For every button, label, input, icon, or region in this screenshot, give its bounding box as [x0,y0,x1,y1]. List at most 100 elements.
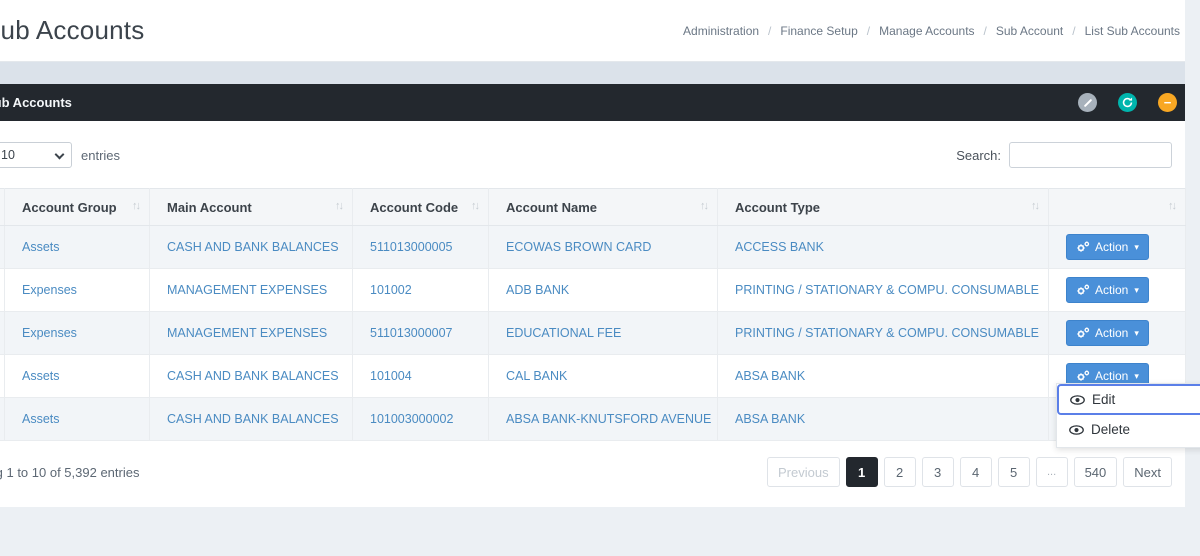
dropdown-item-delete[interactable]: Delete [1057,415,1200,444]
column-header-account-type[interactable]: Account Type↑↓ [718,189,1049,226]
column-header-actions[interactable]: ↑↓ [1049,189,1186,226]
search-input[interactable] [1009,142,1172,168]
cell-action: Action ▾ [1049,226,1186,269]
pagination: Previous12345...540Next [767,457,1172,487]
panel-title: Sub Accounts [0,95,72,110]
panel-tools: − [1078,93,1177,112]
cell-account-group[interactable]: Assets [5,398,150,441]
page-button-3[interactable]: 3 [922,457,954,487]
breadcrumb-item[interactable]: Finance Setup [780,24,857,38]
cell-main-account[interactable]: MANAGEMENT EXPENSES [150,269,353,312]
eye-icon [1069,425,1084,435]
column-header-account-name[interactable]: Account Name↑↓ [489,189,718,226]
breadcrumb-item[interactable]: Manage Accounts [879,24,974,38]
breadcrumb-item[interactable]: Administration [683,24,759,38]
breadcrumb-separator: / [1072,24,1075,38]
sort-icon: ↑↓ [335,200,342,212]
cell-account-group[interactable]: Expenses [5,269,150,312]
cell-account-code[interactable]: 511013000005 [353,226,489,269]
cell-main-account[interactable]: CASH AND BANK BALANCES [150,355,353,398]
sort-icon: ↑↓ [1031,200,1038,212]
table-row: ExpensesMANAGEMENT EXPENSES511013000007E… [0,312,1186,355]
cell-account-type[interactable]: ACCESS BANK [718,226,1049,269]
cell-main-account[interactable]: CASH AND BANK BALANCES [150,398,353,441]
gears-icon [1076,327,1090,339]
search-control: Search: [956,142,1172,168]
breadcrumb-separator: / [768,24,771,38]
cell-main-account[interactable]: CASH AND BANK BALANCES [150,226,353,269]
cell-main-account[interactable]: MANAGEMENT EXPENSES [150,312,353,355]
breadcrumb: Administration / Finance Setup / Manage Acco… [683,24,1180,38]
page-button-1[interactable]: 1 [846,457,878,487]
collapse-button[interactable]: − [1158,93,1177,112]
caret-down-icon: ▾ [1134,242,1139,253]
column-header-account-code[interactable]: Account Code↑↓ [353,189,489,226]
cell-account-name[interactable]: ADB BANK [489,269,718,312]
gears-icon [1076,284,1090,296]
wrench-button[interactable] [1078,93,1097,112]
length-control: 10 entries [0,142,120,168]
cell-account-code[interactable]: 101003000002 [353,398,489,441]
page-background-band [0,62,1185,84]
eye-icon [1070,395,1085,405]
cell-account-name[interactable]: ECOWAS BROWN CARD [489,226,718,269]
cell-account-code[interactable]: 101004 [353,355,489,398]
cell-account-type[interactable]: PRINTING / STATIONARY & COMPU. CONSUMABL… [718,269,1049,312]
refresh-button[interactable] [1118,93,1137,112]
action-button[interactable]: Action ▾ [1066,277,1149,303]
page-button-4[interactable]: 4 [960,457,992,487]
cell-account-name[interactable]: EDUCATIONAL FEE [489,312,718,355]
page-button-2[interactable]: 2 [884,457,916,487]
refresh-icon [1122,97,1133,108]
sort-icon: ↑↓ [471,200,478,212]
cell-account-name[interactable]: ABSA BANK-KNUTSFORD AVENUE [489,398,718,441]
cell-action: Action ▾ [1049,269,1186,312]
cell-account-code[interactable]: 101002 [353,269,489,312]
table-row: AssetsCASH AND BANK BALANCES101003000002… [0,398,1186,441]
sort-icon: ↑↓ [1168,200,1175,212]
table-body: AssetsCASH AND BANK BALANCES511013000005… [0,226,1186,441]
action-dropdown-menu: Edit Delete [1056,383,1200,448]
cell-account-type[interactable]: ABSA BANK [718,398,1049,441]
column-header-main-account[interactable]: Main Account↑↓ [150,189,353,226]
action-button[interactable]: Action ▾ [1066,234,1149,260]
caret-down-icon: ▾ [1134,371,1139,382]
sort-icon: ↑↓ [700,200,707,212]
caret-down-icon: ▾ [1134,328,1139,339]
table-footer: Showing 1 to 10 of 5,392 entries Previou… [0,441,1185,487]
caret-down-icon: ▾ [1134,285,1139,296]
cell-account-group[interactable]: Expenses [5,312,150,355]
breadcrumb-item[interactable]: Sub Account [996,24,1063,38]
breadcrumb-item[interactable]: List Sub Accounts [1085,24,1180,38]
previous-page-button[interactable]: Previous [767,457,840,487]
next-page-button[interactable]: Next [1123,457,1172,487]
sub-accounts-panel: Sub Accounts − [0,84,1185,507]
table-row: AssetsCASH AND BANK BALANCES101004CAL BA… [0,355,1186,398]
entries-select[interactable]: 10 [0,142,72,168]
cell-account-code[interactable]: 511013000007 [353,312,489,355]
page: Sub Accounts Administration / Finance Setu… [0,0,1185,507]
panel-body: 10 entries Search: [0,121,1185,507]
sort-icon: ↑↓ [132,200,139,212]
gears-icon [1076,241,1090,253]
gears-icon [1076,370,1090,382]
cell-account-group[interactable]: Assets [5,226,150,269]
page-button-540[interactable]: 540 [1074,457,1118,487]
minus-icon: − [1164,96,1172,109]
action-button[interactable]: Action ▾ [1066,320,1149,346]
cell-account-type[interactable]: ABSA BANK [718,355,1049,398]
column-header-account-group[interactable]: Account Group↑↓ [5,189,150,226]
dropdown-item-edit[interactable]: Edit [1057,384,1200,415]
pagination-ellipsis[interactable]: ... [1036,457,1068,487]
cell-account-group[interactable]: Assets [5,355,150,398]
wrench-icon [1083,98,1091,106]
cell-account-type[interactable]: PRINTING / STATIONARY & COMPU. CONSUMABL… [718,312,1049,355]
entries-label: entries [81,148,120,163]
page-button-5[interactable]: 5 [998,457,1030,487]
table-row: ExpensesMANAGEMENT EXPENSES101002ADB BAN… [0,269,1186,312]
breadcrumb-separator: / [867,24,870,38]
sub-accounts-table: ↑↓ Account Group↑↓ Main Account↑↓ Accoun… [0,188,1186,441]
table-controls: 10 entries Search: [0,121,1185,168]
page-title: Sub Accounts [0,15,144,46]
cell-account-name[interactable]: CAL BANK [489,355,718,398]
